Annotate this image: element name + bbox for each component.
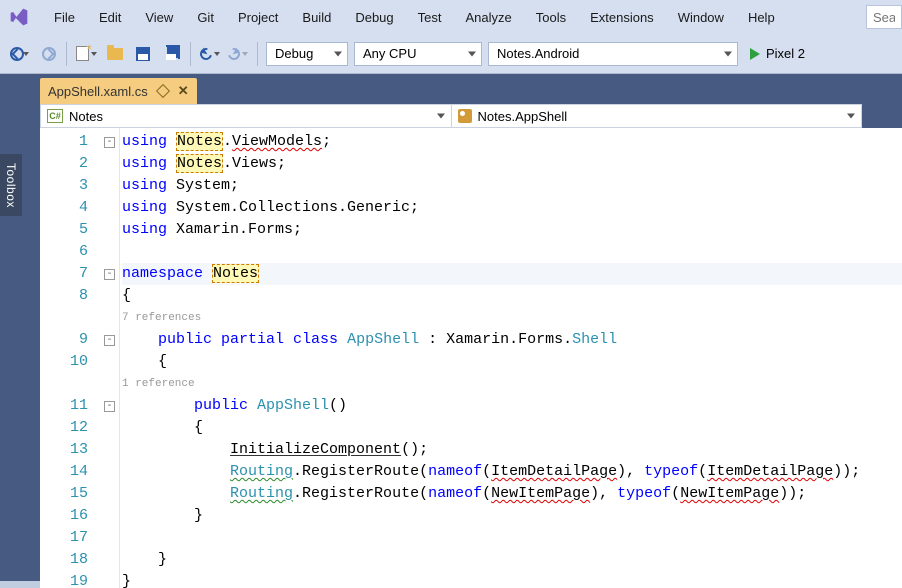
class-icon [458,109,472,123]
outline-fold-column: - - - - [100,128,120,588]
fold-toggle[interactable]: - [104,137,115,148]
menu-analyze[interactable]: Analyze [453,4,523,31]
toolbox-panel-tab[interactable]: Toolbox [0,154,22,216]
menu-extensions[interactable]: Extensions [578,4,666,31]
menu-test[interactable]: Test [406,4,454,31]
project-scope-select[interactable]: C# Notes [41,105,452,127]
fold-toggle[interactable]: - [104,335,115,346]
menu-bar: File Edit View Git Project Build Debug T… [0,0,902,34]
menu-window[interactable]: Window [666,4,736,31]
vs-logo-icon [6,4,32,30]
fold-toggle[interactable]: - [104,401,115,412]
type-scope-label: Notes.AppShell [478,109,568,124]
navigation-bar: C# Notes Notes.AppShell [40,104,862,128]
code-content[interactable]: using Notes.ViewModels; using Notes.View… [122,131,902,588]
menu-debug[interactable]: Debug [343,4,405,31]
codelens-refs[interactable]: 1 reference [122,373,902,395]
redo-button[interactable] [225,41,251,67]
menu-view[interactable]: View [133,4,185,31]
menu-git[interactable]: Git [185,4,226,31]
line-number-gutter: 123 456 78 910 111213 141516 171819 [40,128,100,588]
menu-edit[interactable]: Edit [87,4,133,31]
close-icon[interactable]: ✕ [178,83,189,99]
document-tab-active[interactable]: AppShell.xaml.cs ✕ [40,78,197,104]
separator [66,42,67,66]
start-debug-button[interactable]: Pixel 2 [742,41,813,67]
open-file-button[interactable] [102,41,128,67]
search-input[interactable] [866,5,902,29]
startup-project-select[interactable]: Notes.Android [488,42,738,66]
new-file-button[interactable] [73,41,100,67]
project-scope-label: Notes [69,109,103,124]
pin-icon[interactable] [156,84,170,98]
separator [190,42,191,66]
code-editor[interactable]: 123 456 78 910 111213 141516 171819 - - … [40,128,902,588]
start-target-label: Pixel 2 [766,46,805,61]
nav-forward-button[interactable] [34,41,60,67]
menu-file[interactable]: File [42,4,87,31]
type-scope-select[interactable]: Notes.AppShell [452,105,862,127]
menu-help[interactable]: Help [736,4,787,31]
toolbar: Debug Any CPU Notes.Android Pixel 2 [0,34,902,74]
separator [257,42,258,66]
undo-button[interactable] [197,41,223,67]
csharp-icon: C# [47,109,63,123]
menu-project[interactable]: Project [226,4,290,31]
nav-back-button[interactable] [6,41,32,67]
menu-tools[interactable]: Tools [524,4,578,31]
document-shell: Toolbox AppShell.xaml.cs ✕ C# Notes Note… [0,74,902,581]
play-icon [750,48,760,60]
menu-build[interactable]: Build [290,4,343,31]
configuration-select[interactable]: Debug [266,42,348,66]
save-button[interactable] [130,41,156,67]
document-tab-row: AppShell.xaml.cs ✕ [0,74,902,104]
codelens-refs[interactable]: 7 references [122,307,902,329]
save-all-button[interactable] [158,41,184,67]
document-tab-title: AppShell.xaml.cs [48,84,148,99]
fold-toggle[interactable]: - [104,269,115,280]
platform-select[interactable]: Any CPU [354,42,482,66]
